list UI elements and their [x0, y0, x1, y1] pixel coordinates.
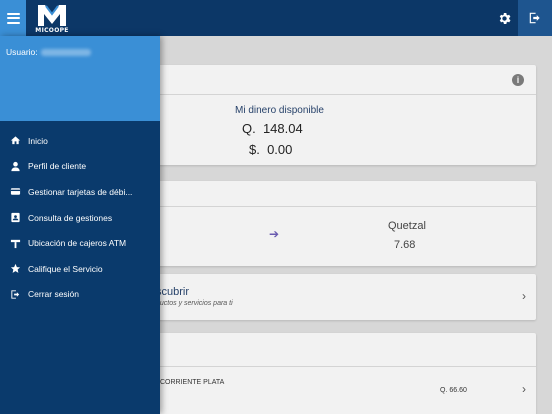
- logo-mark-icon: [38, 5, 66, 26]
- menu-item-tarjetas[interactable]: Gestionar tarjetas de débi...: [0, 179, 160, 205]
- chevron-right-icon: ›: [522, 289, 526, 303]
- menu-item-label: Consulta de gestiones: [28, 212, 113, 223]
- drawer-header: Usuario:: [0, 36, 160, 121]
- menu-item-label: Perfil de cliente: [28, 161, 87, 172]
- currency-name: Quetzal: [388, 220, 426, 232]
- balance-card: i Mi dinero disponible Q. 148.04 $. 0.00: [124, 65, 536, 165]
- logout-button[interactable]: [518, 0, 552, 36]
- exchange-card: ➔ Quetzal 7.68: [124, 181, 536, 266]
- settings-button[interactable]: [493, 7, 515, 29]
- logout-icon: [9, 288, 21, 300]
- balance-card-header: i: [124, 65, 536, 95]
- info-icon[interactable]: i: [512, 74, 524, 86]
- menu-item-label: Gestionar tarjetas de débi...: [28, 186, 133, 197]
- menu-item-cajeros[interactable]: Ubicación de cajeros ATM: [0, 230, 160, 256]
- hamburger-icon: [6, 12, 20, 24]
- user-label: Usuario:: [6, 47, 91, 57]
- account-name: CORRIENTE PLATA: [160, 379, 225, 386]
- accounts-card: CORRIENTE PLATA Q. 66.60 ›: [124, 333, 536, 414]
- home-icon: [9, 135, 21, 147]
- star-icon: [9, 263, 21, 275]
- top-app-bar: MICOOPE: [0, 0, 552, 36]
- contact-card-icon: [9, 212, 21, 224]
- menu-item-cerrar-sesion[interactable]: Cerrar sesión: [0, 282, 160, 308]
- menu-item-gestiones[interactable]: Consulta de gestiones: [0, 205, 160, 231]
- chevron-right-icon[interactable]: ›: [522, 382, 526, 396]
- menu-item-label: Ubicación de cajeros ATM: [28, 238, 127, 249]
- gear-icon: [499, 12, 510, 24]
- exchange-rate-value: 7.68: [394, 239, 416, 251]
- exchange-card-header: [124, 181, 536, 207]
- dollar-balance: $. 0.00: [249, 142, 293, 157]
- balance-title: Mi dinero disponible: [235, 105, 324, 116]
- menu-button[interactable]: [0, 0, 26, 36]
- navigation-drawer: Usuario: Inicio Perfil de cliente Gestio…: [0, 36, 160, 414]
- menu-item-label: Cerrar sesión: [28, 289, 80, 300]
- accounts-card-header: [124, 333, 536, 367]
- drawer-menu: Inicio Perfil de cliente Gestionar tarje…: [0, 121, 160, 307]
- menu-item-label: Inicio: [28, 135, 48, 146]
- discover-title: scubrir: [156, 286, 190, 298]
- logout-icon: [529, 12, 540, 24]
- micoope-logo: MICOOPE: [32, 2, 72, 34]
- person-icon: [9, 160, 21, 172]
- menu-item-califique[interactable]: Califique el Servicio: [0, 256, 160, 282]
- account-balance: Q. 66.60: [440, 387, 467, 394]
- quetzal-balance: Q. 148.04: [242, 121, 303, 136]
- discover-card[interactable]: scubrir ductos y servicios para ti ›: [124, 274, 536, 320]
- menu-item-label: Califique el Servicio: [28, 263, 103, 274]
- logo-text: MICOOPE: [35, 27, 69, 34]
- arrow-right-icon: ➔: [269, 227, 280, 241]
- user-name-redacted: [40, 49, 91, 57]
- card-icon: [9, 186, 21, 198]
- menu-item-inicio[interactable]: Inicio: [0, 128, 160, 154]
- discover-subtitle: ductos y servicios para ti: [156, 300, 233, 307]
- menu-item-perfil[interactable]: Perfil de cliente: [0, 154, 160, 180]
- atm-location-icon: [9, 237, 21, 249]
